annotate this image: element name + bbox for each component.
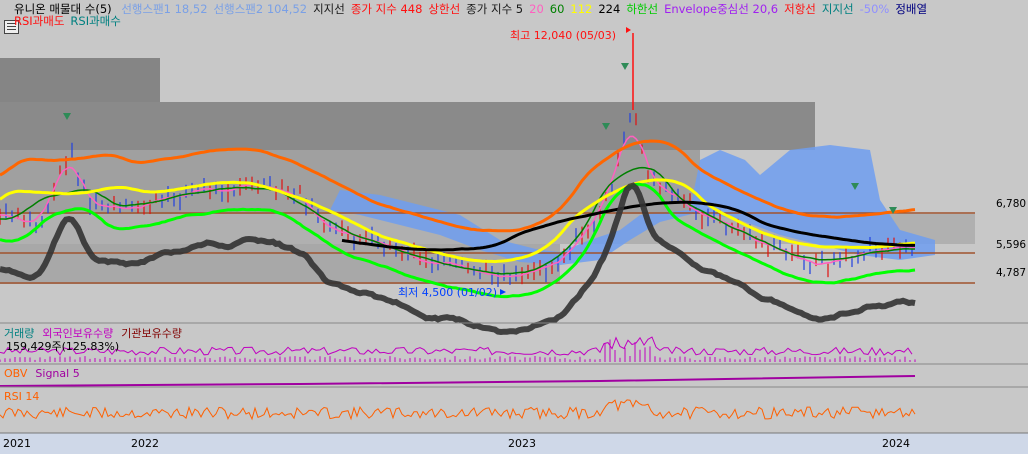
legend-item-12: 저항선 [784,2,816,16]
obv-legend-item-0: OBV [4,367,28,380]
level-label-mid: 5,596 [996,239,1027,251]
legend-item-5: 종가 지수 5 [466,2,524,16]
volume-legend-item-2: 기관보유수량 [121,327,182,340]
legend-item-7: 60 [549,2,565,16]
obv-legend: OBV Signal 5 [4,367,88,380]
legend-item-8: 112 [570,2,593,16]
legend-second: RSI과매도 RSI과매수 [14,14,127,28]
legend-item-2: 지지선 [313,2,345,16]
legend-item-0: 선행스팬1 18,52 [121,2,208,16]
legend-second-item-1: RSI과매수 [70,14,121,28]
legend-item-14: -50% [859,2,890,16]
volume-profile-band [0,102,815,150]
volume-legend: 거래량 외국인보유수량 기관보유수량 [4,327,190,340]
x-tick-2023: 2023 [508,437,536,450]
legend-top: 유니온 매물대 수(5) 선행스팬1 18,52 선행스팬2 104,52 지지선 종… [14,2,933,16]
legend-item-3: 종가 지수 448 [350,2,423,16]
rsi-legend: RSI 14 [4,390,47,403]
volume-profile-band [0,244,560,284]
legend-item-13: 지지선 [821,2,854,16]
x-tick-2022: 2022 [131,437,159,450]
legend-item-10: 하한선 [626,2,659,16]
chart-canvas [0,0,1028,454]
volume-value: 159,429주(125.83%) [6,340,120,353]
legend-item-1: 선행스팬2 104,52 [213,2,308,16]
legend-item-6: 20 [529,2,544,16]
legend-item-15: 정배열 [895,2,928,16]
legend-item-11: Envelope중심선 20,6 [664,2,779,16]
rsi-legend-item-0: RSI 14 [4,390,40,403]
volume-profile-band [0,58,160,102]
stock-chart-window: { "title": "유니온 매물대 수(5)", "legend_top":… [0,0,1028,454]
x-tick-2024: 2024 [882,437,910,450]
low-annotation: 최저 4,500 (01/02) [398,286,498,299]
legend-item-4: 상한선 [428,2,461,16]
level-label-high: 6,780 [996,198,1027,210]
x-tick-2021: 2021 [3,437,31,450]
volume-legend-item-0: 거래량 [4,327,35,340]
legend-item-9: 224 [598,2,621,16]
legend-second-item-0: RSI과매도 [14,14,65,28]
high-annotation: 최고 12,040 (05/03) [510,29,617,42]
level-label-low: 4,787 [996,267,1027,279]
volume-legend-item-1: 외국인보유수량 [42,327,114,340]
obv-legend-item-1: Signal 5 [35,367,80,380]
